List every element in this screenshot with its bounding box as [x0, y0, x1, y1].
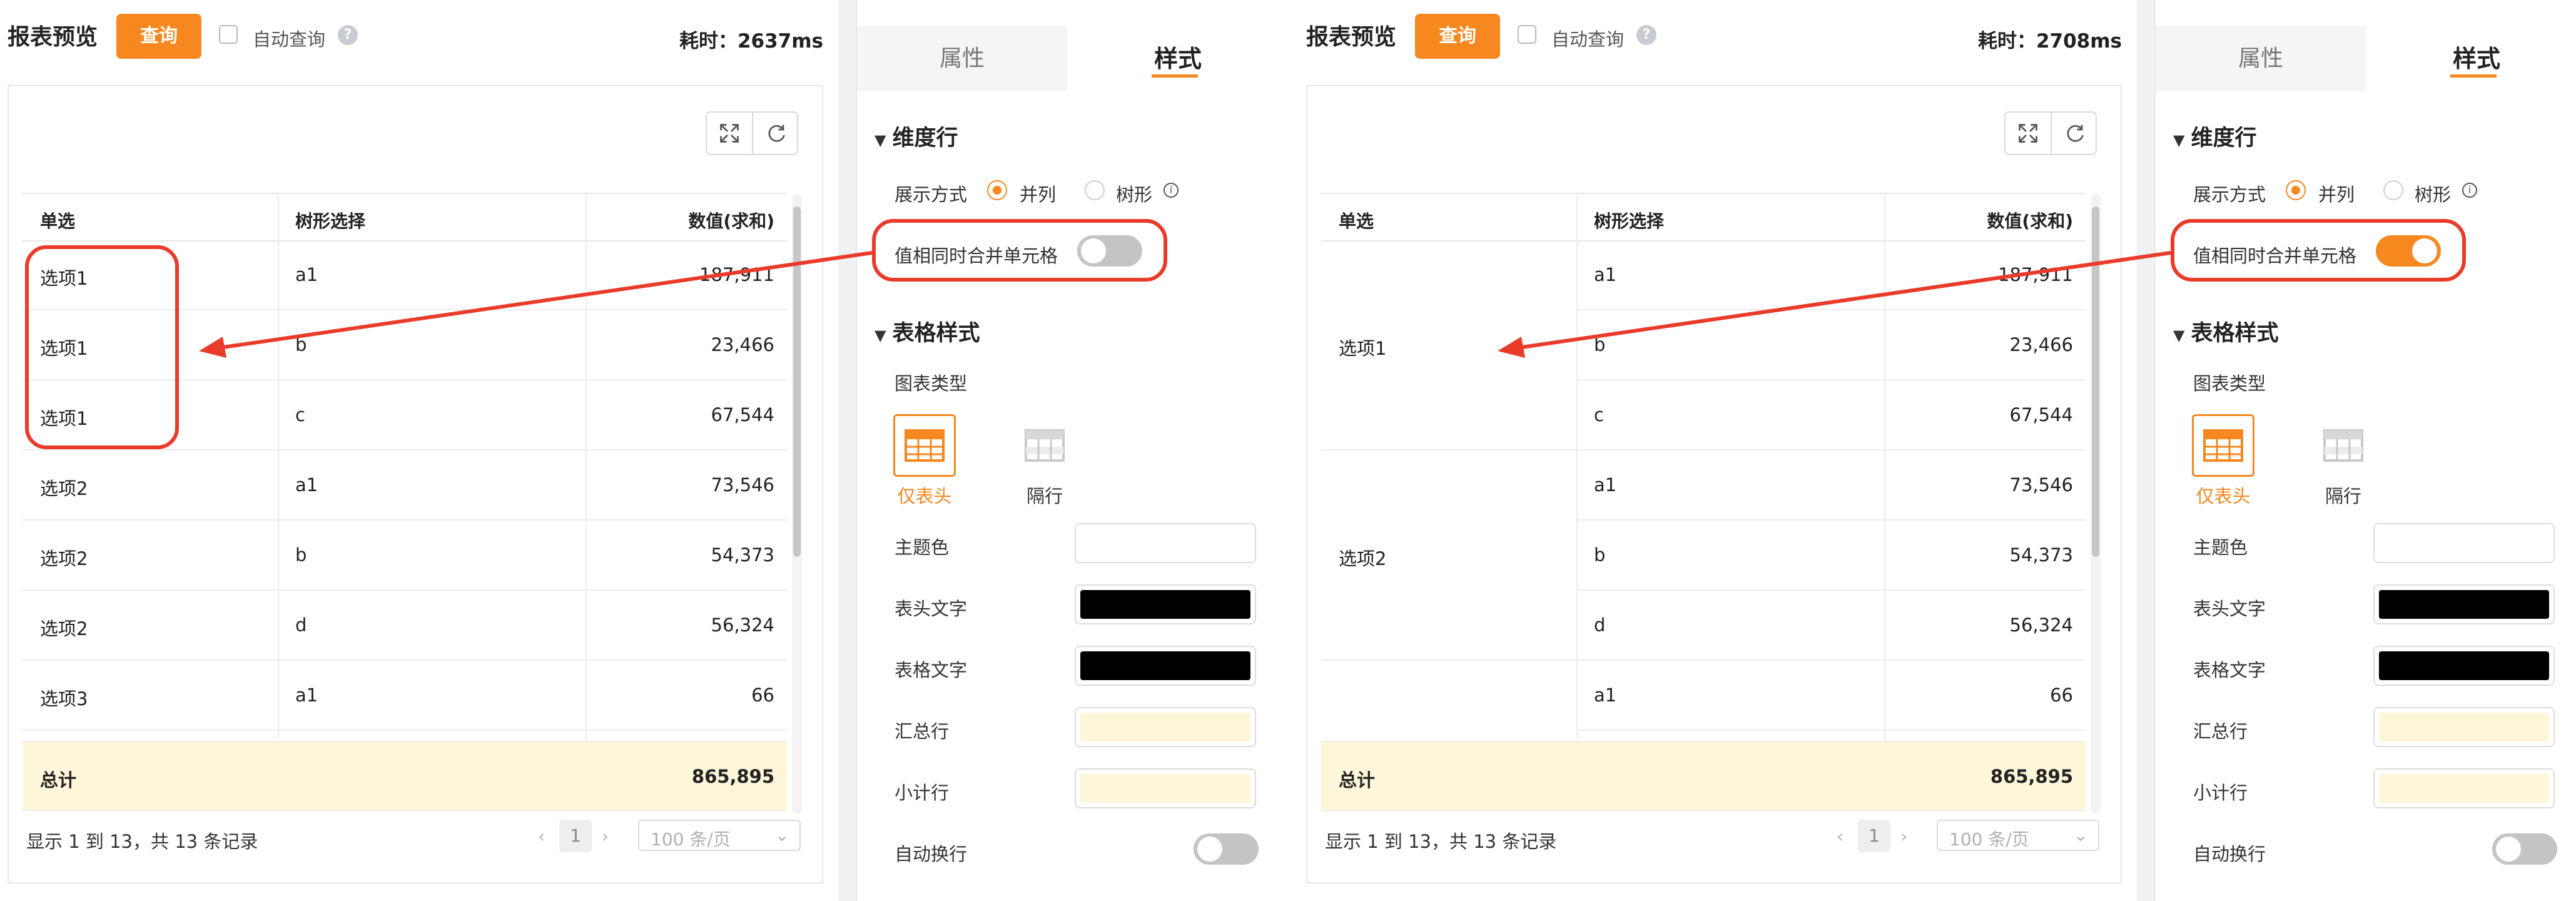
left-screenshot: 报表预览 查询 自动查询 ? 耗时：2637ms 单选 树形选择 数值(求和)	[0, 0, 1289, 901]
right-screenshot: 报表预览 查询 自动查询 ? 耗时：2708ms 单选 树形选择 数值(求和)	[1299, 0, 2576, 901]
annotation-arrow	[1498, 251, 2171, 358]
annotation-arrow	[199, 251, 873, 358]
